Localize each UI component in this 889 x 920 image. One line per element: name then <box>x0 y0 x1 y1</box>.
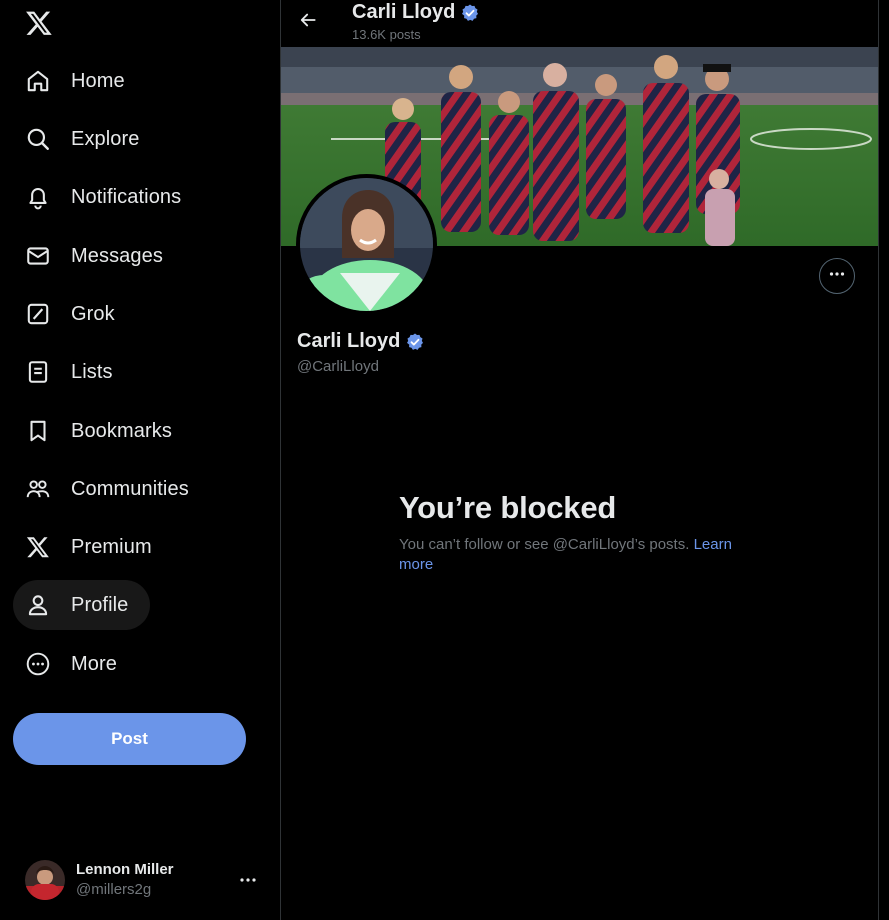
blocked-message-line: You can’t follow or see @CarliLloyd’s po… <box>399 535 744 575</box>
posts-count: 13.6K posts <box>352 27 421 42</box>
account-switcher[interactable]: Lennon Miller @millers2g <box>13 850 268 910</box>
account-display-name: Lennon Miller <box>76 861 174 878</box>
grok-icon <box>25 301 51 327</box>
x-logo-icon <box>25 534 51 560</box>
nav-home-label: Home <box>71 69 125 92</box>
nav-profile-label: Profile <box>71 593 129 616</box>
nav-profile[interactable]: Profile <box>13 580 151 630</box>
left-sidebar: Home Explore Notifications Messages Grok… <box>0 0 281 920</box>
list-icon <box>25 359 51 385</box>
nav-explore-label: Explore <box>71 127 140 150</box>
more-circle-icon <box>25 651 51 677</box>
nav-notifications[interactable]: Notifications <box>13 172 203 222</box>
profile-more-button[interactable] <box>819 258 855 294</box>
avatar <box>25 860 65 900</box>
more-dots-icon[interactable] <box>238 870 258 890</box>
bell-icon <box>25 184 51 210</box>
nav-premium[interactable]: Premium <box>13 522 174 572</box>
profile-column: Carli Lloyd 13.6K posts Carli Lloyd @Car… <box>281 0 879 920</box>
nav-lists[interactable]: Lists <box>13 347 135 397</box>
more-dots-icon <box>828 265 846 288</box>
nav-communities[interactable]: Communities <box>13 464 211 514</box>
verified-badge-icon <box>460 3 480 23</box>
verified-badge-icon <box>405 332 425 352</box>
bookmark-icon <box>25 418 51 444</box>
nav-grok-label: Grok <box>71 302 115 325</box>
profile-avatar[interactable] <box>296 174 437 315</box>
nav-premium-label: Premium <box>71 535 152 558</box>
blocked-message: You can’t follow or see @CarliLloyd’s po… <box>399 536 690 553</box>
communities-icon <box>25 476 51 502</box>
nav-messages[interactable]: Messages <box>13 231 185 281</box>
person-icon <box>25 592 51 618</box>
nav-bookmarks-label: Bookmarks <box>71 419 172 442</box>
nav-lists-label: Lists <box>71 360 113 383</box>
back-button[interactable] <box>294 8 322 36</box>
profile-header-bar: Carli Lloyd 13.6K posts <box>281 0 878 46</box>
blocked-heading: You’re blocked <box>399 490 617 525</box>
nav-messages-label: Messages <box>71 244 163 267</box>
nav-home[interactable]: Home <box>13 56 147 106</box>
nav-communities-label: Communities <box>71 477 189 500</box>
nav-grok[interactable]: Grok <box>13 289 137 339</box>
account-handle: @millers2g <box>76 881 152 898</box>
home-icon <box>25 68 51 94</box>
search-icon <box>25 126 51 152</box>
nav-notifications-label: Notifications <box>71 185 182 208</box>
nav-more[interactable]: More <box>13 639 139 689</box>
profile-handle: @CarliLloyd <box>297 358 379 375</box>
profile-name: Carli Lloyd <box>297 330 401 352</box>
nav-more-label: More <box>71 652 117 675</box>
post-button[interactable]: Post <box>13 713 246 765</box>
blocked-notice: You’re blocked You can’t follow or see @… <box>399 490 744 575</box>
envelope-icon <box>25 243 51 269</box>
arrow-left-icon <box>298 10 318 35</box>
header-profile-name: Carli Lloyd <box>352 1 456 23</box>
x-logo-icon[interactable] <box>25 9 53 37</box>
nav-bookmarks[interactable]: Bookmarks <box>13 406 194 456</box>
nav-explore[interactable]: Explore <box>13 114 162 164</box>
